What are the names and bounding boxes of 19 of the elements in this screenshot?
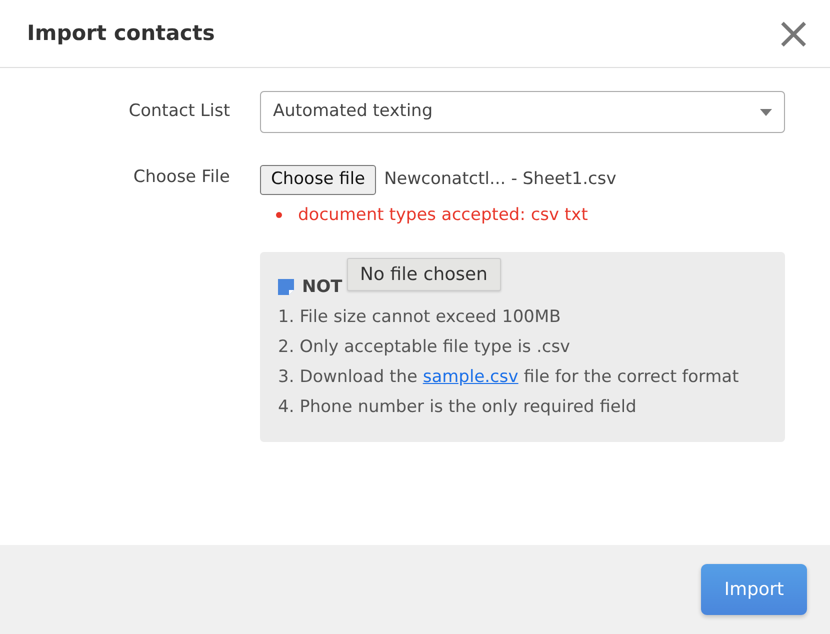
field-label: Contact List bbox=[128, 100, 231, 124]
note-icon bbox=[278, 279, 294, 296]
bullet-icon bbox=[276, 212, 282, 218]
field-label: Choose File bbox=[132, 166, 231, 189]
note-text: 1. File size cannot exceed 100MB bbox=[278, 306, 562, 330]
sample-link[interactable]: sample.csv bbox=[422, 367, 518, 388]
note-text: 4. Phone number is the only required field bbox=[278, 396, 638, 420]
choose-file-button[interactable]: Choose file bbox=[260, 165, 376, 194]
dialog-title: Import contacts bbox=[27, 20, 215, 47]
import-button[interactable]: Import bbox=[701, 564, 807, 615]
note-heading: NOT bbox=[302, 276, 342, 299]
close-button[interactable]: × bbox=[775, 12, 812, 56]
file-name: Newconatctl... - Sheet1.csv bbox=[384, 168, 616, 191]
contact-list-select[interactable]: Automated texting bbox=[260, 91, 785, 133]
tooltip: No file chosen bbox=[347, 258, 501, 292]
error-message: document types accepted: csv txt bbox=[298, 204, 588, 226]
note-text: 2. Only acceptable file type is .csv bbox=[278, 336, 572, 360]
note-text: 3. Download the sample.csv file for the correct format bbox=[278, 366, 740, 390]
caret-icon bbox=[760, 108, 772, 116]
